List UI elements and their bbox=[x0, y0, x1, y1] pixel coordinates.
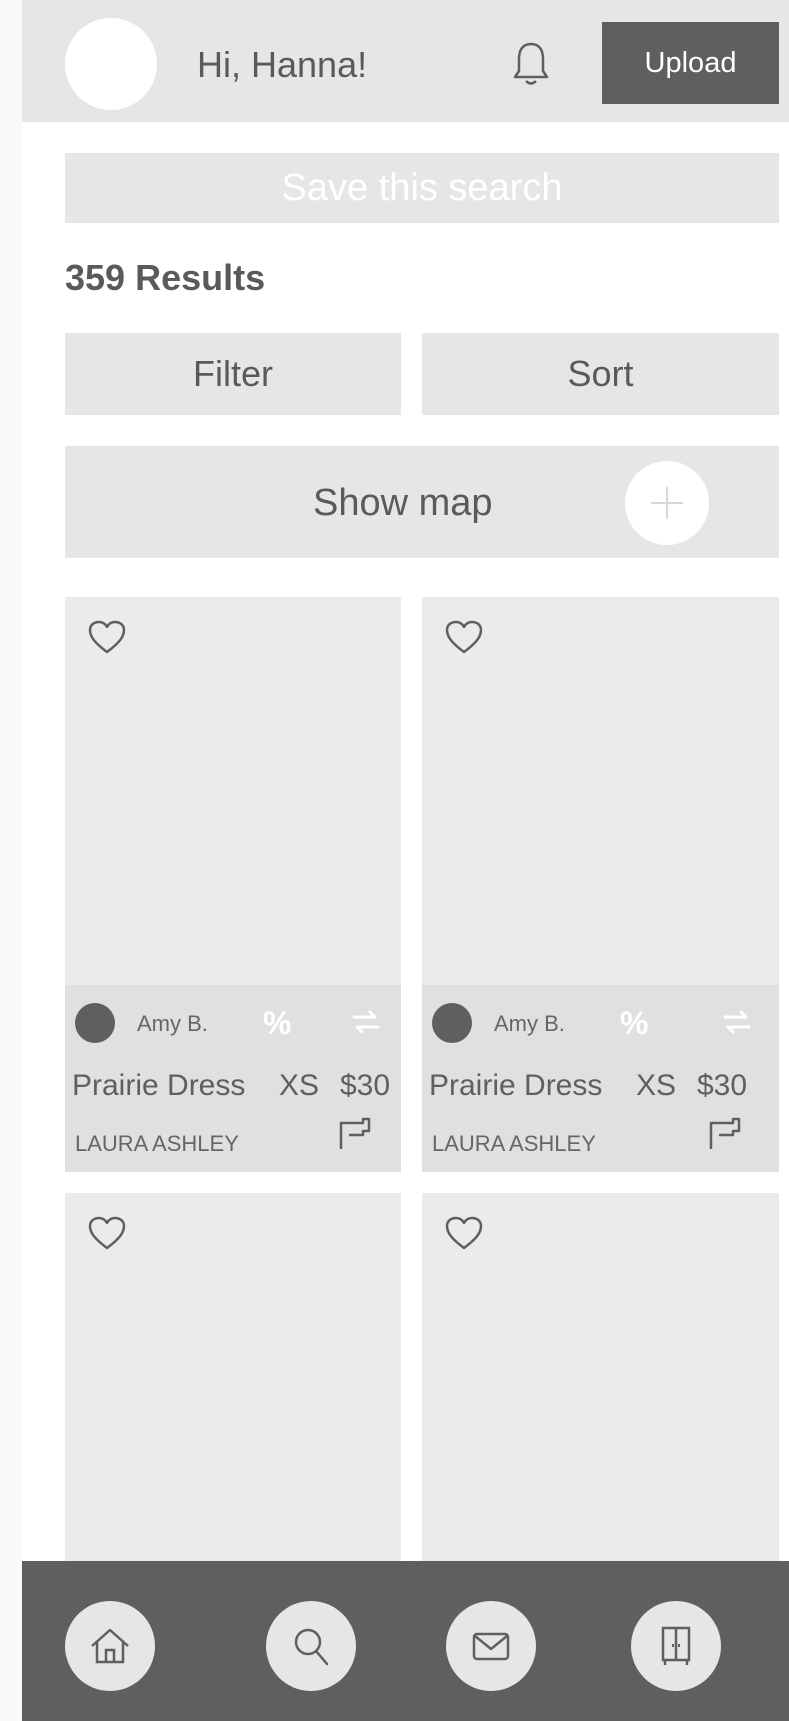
item-brand: LAURA ASHLEY bbox=[75, 1131, 239, 1156]
item-brand: LAURA ASHLEY bbox=[432, 1131, 596, 1156]
search-icon bbox=[294, 1628, 329, 1666]
show-map-label: Show map bbox=[313, 482, 493, 524]
flag-icon[interactable] bbox=[337, 1117, 371, 1151]
heart-icon[interactable] bbox=[444, 1215, 484, 1251]
sort-button[interactable]: Sort bbox=[422, 333, 779, 415]
item-title[interactable]: Prairie Dress bbox=[429, 1069, 602, 1103]
results-count: 359 Results bbox=[65, 257, 266, 298]
nav-messages-button[interactable] bbox=[446, 1601, 536, 1691]
listing-photo[interactable] bbox=[422, 597, 779, 985]
flag-icon[interactable] bbox=[707, 1117, 741, 1151]
heart-icon[interactable] bbox=[444, 619, 484, 655]
item-size: XS bbox=[636, 1069, 677, 1102]
listing-info: Amy B. % Prairie Dress XS $30 LAURA ASHL… bbox=[65, 985, 401, 1172]
save-search-button[interactable]: Save this search bbox=[65, 153, 779, 223]
nav-home-button[interactable] bbox=[65, 1601, 155, 1691]
item-price: $30 bbox=[697, 1069, 748, 1102]
listing-card[interactable] bbox=[422, 1193, 779, 1561]
nav-search-button[interactable] bbox=[266, 1601, 356, 1691]
show-map-bar[interactable]: Show map bbox=[65, 446, 779, 558]
app-screen: Hi, Hanna! Upload Save this search 359 R… bbox=[22, 0, 789, 1721]
seller-name[interactable]: Amy B. bbox=[137, 1011, 208, 1037]
percent-icon: % bbox=[620, 1005, 649, 1041]
wardrobe-icon bbox=[661, 1626, 691, 1665]
listing-photo[interactable] bbox=[65, 597, 401, 985]
listing-card[interactable] bbox=[65, 1193, 401, 1561]
filter-button[interactable]: Filter bbox=[65, 333, 401, 415]
upload-button[interactable]: Upload bbox=[602, 22, 779, 104]
plus-icon[interactable] bbox=[625, 461, 709, 545]
seller-name[interactable]: Amy B. bbox=[494, 1011, 565, 1037]
seller-avatar[interactable] bbox=[432, 1003, 472, 1043]
item-title[interactable]: Prairie Dress bbox=[72, 1069, 245, 1103]
listing-info: Amy B. % Prairie Dress XS $30 LAURA ASHL… bbox=[422, 985, 779, 1172]
bottom-nav bbox=[22, 1561, 789, 1721]
heart-icon[interactable] bbox=[87, 619, 127, 655]
listing-card[interactable]: Amy B. % Prairie Dress XS $30 LAURA ASHL… bbox=[65, 597, 401, 1172]
avatar[interactable] bbox=[65, 18, 157, 110]
header: Hi, Hanna! Upload bbox=[22, 0, 789, 122]
home-icon bbox=[91, 1628, 129, 1664]
listing-card[interactable]: Amy B. % Prairie Dress XS $30 LAURA ASHL… bbox=[422, 597, 779, 1172]
item-size: XS bbox=[279, 1069, 320, 1102]
nav-wardrobe-button[interactable] bbox=[631, 1601, 721, 1691]
percent-icon: % bbox=[263, 1005, 292, 1041]
heart-icon[interactable] bbox=[87, 1215, 127, 1251]
swap-icon bbox=[722, 1007, 752, 1037]
mail-icon bbox=[472, 1632, 510, 1661]
bell-icon[interactable] bbox=[510, 40, 552, 88]
item-price: $30 bbox=[340, 1069, 391, 1102]
swap-icon bbox=[351, 1007, 381, 1037]
seller-avatar[interactable] bbox=[75, 1003, 115, 1043]
greeting-text: Hi, Hanna! bbox=[197, 44, 368, 85]
